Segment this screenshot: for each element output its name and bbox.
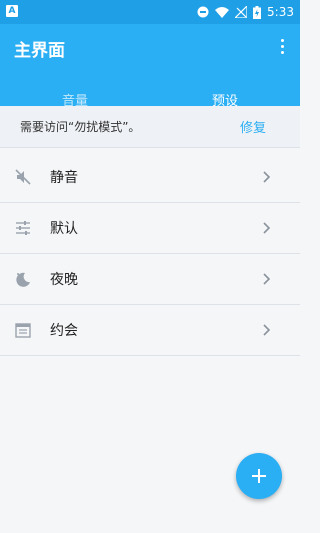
fix-button[interactable]: 修复 xyxy=(240,117,266,136)
calendar-icon xyxy=(14,321,32,339)
sliders-icon xyxy=(14,219,32,237)
preset-label: 静音 xyxy=(50,170,78,186)
preset-label: 夜晚 xyxy=(50,272,78,288)
permission-notice: 需要访问“勿扰模式”。 修复 xyxy=(0,106,300,148)
add-preset-button[interactable] xyxy=(236,453,282,499)
preset-item-date[interactable]: 约会 xyxy=(0,305,300,356)
preset-label: 约会 xyxy=(50,323,78,339)
chevron-right-icon xyxy=(263,273,271,285)
battery-charging-icon xyxy=(253,5,262,19)
preset-item-night[interactable]: 夜晚 xyxy=(0,254,300,305)
mute-icon xyxy=(14,168,32,186)
preset-item-default[interactable]: 默认 xyxy=(0,203,300,254)
chevron-right-icon xyxy=(263,171,271,183)
overflow-menu-icon[interactable] xyxy=(274,36,290,56)
dnd-icon xyxy=(197,6,209,18)
page-title: 主界面 xyxy=(14,41,65,61)
status-bar: A 5:33 xyxy=(0,0,300,24)
status-icons: 5:33 xyxy=(197,4,294,20)
app-notification-icon: A xyxy=(6,5,18,17)
preset-list: 静音 默认 夜晚 约会 xyxy=(0,152,300,356)
notice-text: 需要访问“勿扰模式”。 xyxy=(20,120,141,134)
preset-label: 默认 xyxy=(50,221,78,237)
chevron-right-icon xyxy=(263,324,271,336)
no-signal-icon xyxy=(235,6,248,18)
preset-item-mute[interactable]: 静音 xyxy=(0,152,300,203)
chevron-right-icon xyxy=(263,222,271,234)
clock: 5:33 xyxy=(267,5,294,19)
plus-icon xyxy=(252,469,266,483)
wifi-icon xyxy=(215,6,230,18)
moon-icon xyxy=(14,270,32,288)
